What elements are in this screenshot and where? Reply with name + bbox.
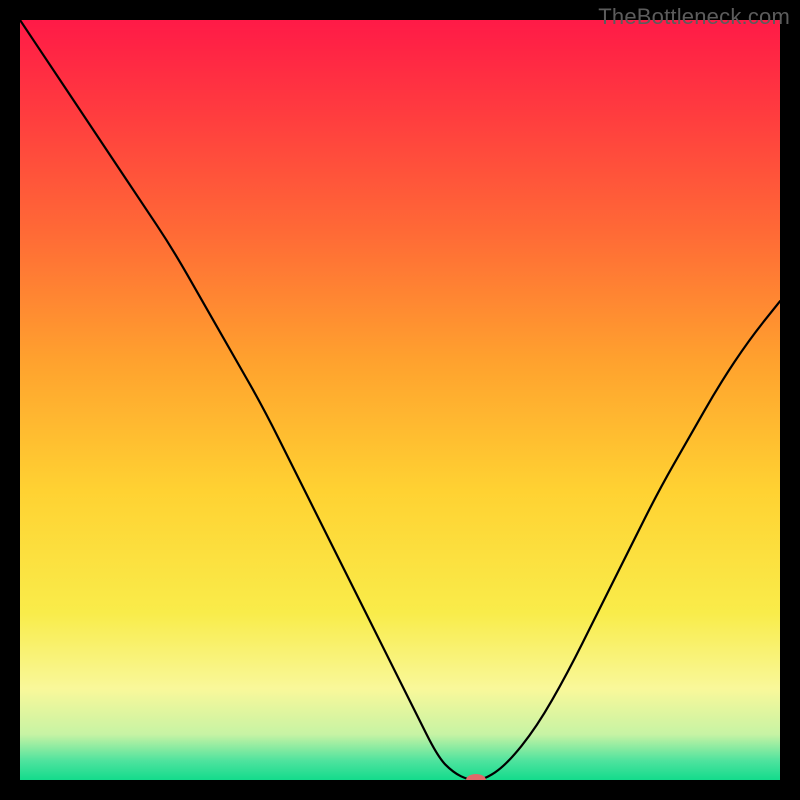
chart-background — [20, 20, 780, 780]
bottleneck-chart — [20, 20, 780, 780]
chart-container: TheBottleneck.com — [0, 0, 800, 800]
watermark-text: TheBottleneck.com — [598, 4, 790, 30]
plot-frame — [20, 20, 780, 780]
